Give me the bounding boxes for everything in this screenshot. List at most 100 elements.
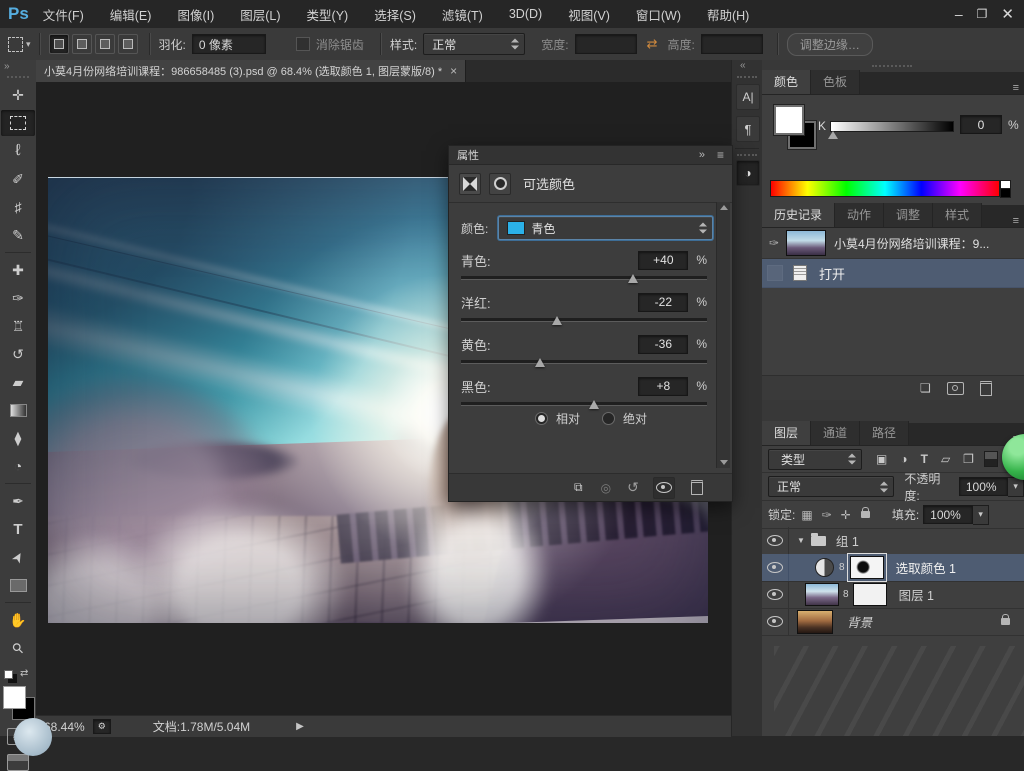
group-expand-icon[interactable]: ▼ bbox=[797, 536, 805, 545]
k-slider-thumb[interactable] bbox=[828, 131, 838, 139]
reset-adjustment-icon[interactable]: ↺ bbox=[627, 479, 639, 496]
zoom-widget[interactable]: ⚙ bbox=[93, 719, 111, 734]
add-selection-button[interactable] bbox=[72, 34, 92, 54]
history-open-row[interactable]: 打开 bbox=[762, 259, 1024, 288]
eye-icon[interactable] bbox=[767, 535, 783, 546]
feather-input[interactable]: 0 像素 bbox=[192, 34, 266, 54]
group-name[interactable]: 组 1 bbox=[836, 531, 859, 550]
spectrum-black-swatch[interactable] bbox=[1000, 188, 1011, 198]
tab-paths[interactable]: 路径 bbox=[860, 421, 909, 445]
menu-3d[interactable]: 3D(D) bbox=[509, 7, 542, 21]
menu-image[interactable]: 图像(I) bbox=[177, 5, 214, 24]
layer-mask-thumbnail[interactable] bbox=[853, 583, 887, 606]
fill-caret-icon[interactable]: ▾ bbox=[973, 505, 989, 525]
minimize-button[interactable]: – bbox=[955, 6, 963, 22]
intersect-selection-button[interactable] bbox=[118, 34, 138, 54]
toolbar-collapse-icon[interactable]: » bbox=[4, 61, 10, 72]
blend-mode-select[interactable]: 正常 bbox=[768, 476, 894, 497]
zoom-tool[interactable]: ⚲ bbox=[1, 635, 35, 661]
magenta-slider-thumb[interactable] bbox=[552, 316, 562, 325]
panel-menu-icon[interactable]: ≡ bbox=[717, 148, 724, 162]
color-panel-menu-icon[interactable]: ≡ bbox=[1013, 82, 1018, 94]
filter-shape-icon[interactable]: ▱ bbox=[941, 452, 950, 466]
history-source-slot[interactable] bbox=[767, 265, 783, 281]
tool-preset[interactable]: ▾ bbox=[8, 37, 31, 52]
close-button[interactable]: ✕ bbox=[1001, 5, 1014, 23]
view-previous-state-icon[interactable]: ◎ bbox=[601, 481, 611, 495]
document-tab[interactable]: 小莫4月份网络培训课程：986658485 (3).psd @ 68.4% (选… bbox=[36, 60, 466, 82]
gradient-tool[interactable] bbox=[1, 397, 35, 423]
menu-type[interactable]: 类型(Y) bbox=[307, 5, 349, 24]
background-thumbnail[interactable] bbox=[797, 610, 833, 634]
eye-icon[interactable] bbox=[767, 589, 783, 600]
yellow-value[interactable]: -36 bbox=[638, 335, 688, 354]
quick-selection-tool[interactable]: ✐ bbox=[1, 166, 35, 192]
scroll-up-icon[interactable] bbox=[720, 205, 728, 210]
width-input[interactable] bbox=[575, 34, 637, 54]
shape-tool[interactable] bbox=[1, 572, 35, 598]
lock-transparent-icon[interactable]: ▦ bbox=[801, 508, 812, 522]
eye-icon[interactable] bbox=[767, 616, 783, 627]
adjustment-layer-name[interactable]: 选取颜色 1 bbox=[896, 558, 956, 577]
height-input[interactable] bbox=[701, 34, 763, 54]
layer-row-layer1[interactable]: 8 图层 1 bbox=[762, 581, 1024, 609]
tab-adjustments[interactable]: 调整 bbox=[884, 203, 933, 227]
opacity-value-box[interactable]: 100% bbox=[959, 477, 1008, 496]
history-panel-menu-icon[interactable]: ≡ bbox=[1013, 215, 1018, 227]
paragraph-panel-button[interactable]: ¶ bbox=[736, 116, 760, 142]
history-brush-source-icon[interactable]: ✑ bbox=[762, 236, 786, 250]
panel-collapse-icon[interactable]: » bbox=[699, 149, 705, 161]
scroll-down-icon[interactable] bbox=[720, 460, 728, 465]
eraser-tool[interactable]: ▰ bbox=[1, 369, 35, 395]
tab-color[interactable]: 颜色 bbox=[762, 70, 811, 94]
tab-channels[interactable]: 通道 bbox=[811, 421, 860, 445]
filter-toggle[interactable] bbox=[984, 451, 998, 467]
fill-value-box[interactable]: 100% bbox=[923, 505, 973, 524]
layer-thumbnail[interactable] bbox=[805, 583, 839, 606]
color-select[interactable]: 青色 bbox=[498, 216, 713, 240]
hand-tool[interactable]: ✋ bbox=[1, 607, 35, 633]
menu-view[interactable]: 视图(V) bbox=[568, 5, 610, 24]
layer-row-selective-color[interactable]: 8 选取颜色 1 bbox=[762, 554, 1024, 582]
tab-actions[interactable]: 动作 bbox=[835, 203, 884, 227]
cyan-value[interactable]: +40 bbox=[638, 251, 688, 270]
black-slider-thumb[interactable] bbox=[589, 400, 599, 409]
restore-button[interactable]: ❐ bbox=[977, 7, 988, 21]
absolute-radio[interactable] bbox=[602, 412, 615, 425]
k-value-box[interactable]: 0 bbox=[960, 115, 1002, 134]
relative-radio[interactable] bbox=[535, 412, 548, 425]
history-brush-tool[interactable]: ↺ bbox=[1, 341, 35, 367]
menu-help[interactable]: 帮助(H) bbox=[707, 5, 749, 24]
mask-icon[interactable] bbox=[489, 173, 511, 195]
layer1-name[interactable]: 图层 1 bbox=[899, 585, 934, 604]
k-slider[interactable] bbox=[830, 121, 954, 132]
swap-colors-icon[interactable]: ⇄ bbox=[20, 668, 28, 679]
delete-state-icon[interactable] bbox=[980, 381, 992, 396]
menu-select[interactable]: 选择(S) bbox=[374, 5, 416, 24]
layer-filter-select[interactable]: 类型 bbox=[768, 449, 862, 470]
clip-to-layer-icon[interactable]: ⧉ bbox=[574, 480, 583, 495]
properties-title-bar[interactable]: 属性 » ≡ bbox=[449, 146, 732, 165]
filter-image-icon[interactable]: ▣ bbox=[876, 452, 887, 466]
move-tool[interactable]: ✛ bbox=[1, 82, 35, 108]
layer-row-group[interactable]: ▼ 组 1 bbox=[762, 527, 1024, 555]
lock-paint-icon[interactable]: ✑ bbox=[822, 508, 832, 522]
tab-layers[interactable]: 图层 bbox=[762, 421, 811, 445]
yellow-slider-thumb[interactable] bbox=[535, 358, 545, 367]
visibility-toggle-button[interactable] bbox=[653, 477, 675, 499]
lock-all-icon[interactable] bbox=[861, 511, 870, 518]
filter-adjustment-icon[interactable]: ◑ bbox=[900, 452, 907, 466]
tab-close-icon[interactable]: × bbox=[450, 64, 457, 78]
menu-file[interactable]: 文件(F) bbox=[43, 5, 84, 24]
character-panel-button[interactable]: A| bbox=[736, 84, 760, 110]
crop-tool[interactable]: ♯ bbox=[1, 194, 35, 220]
new-selection-button[interactable] bbox=[49, 34, 69, 54]
default-colors-icon[interactable] bbox=[4, 670, 13, 679]
type-tool[interactable]: T bbox=[1, 516, 35, 542]
dodge-tool[interactable]: ◔ bbox=[1, 453, 35, 479]
menu-window[interactable]: 窗口(W) bbox=[636, 5, 681, 24]
cyan-slider-thumb[interactable] bbox=[628, 274, 638, 283]
filter-smart-object-icon[interactable]: ❐ bbox=[963, 452, 974, 466]
eye-icon[interactable] bbox=[767, 562, 783, 573]
blur-tool[interactable]: ⧫ bbox=[1, 425, 35, 451]
